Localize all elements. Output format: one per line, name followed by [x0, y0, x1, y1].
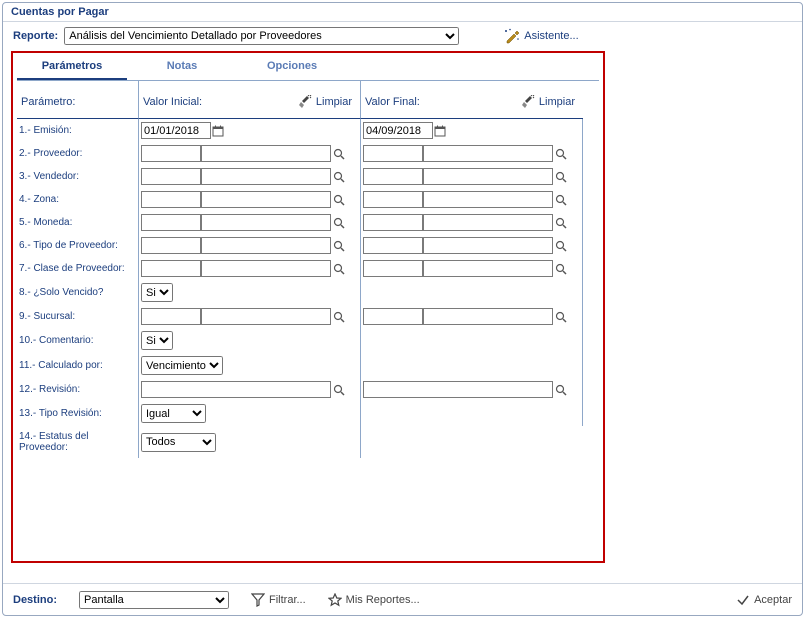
comentario-select[interactable]: Si — [141, 331, 173, 350]
tipo-revision-select[interactable]: Igual — [141, 404, 206, 423]
param-label: 13.- Tipo Revisión: — [17, 401, 139, 426]
search-icon[interactable] — [333, 216, 345, 228]
report-label: Reporte: — [13, 30, 58, 42]
tipo-prov-final-desc[interactable] — [423, 237, 553, 254]
param-label: 6.- Tipo de Proveedor: — [17, 234, 139, 257]
tipo-prov-initial-code[interactable] — [141, 237, 201, 254]
vendedor-initial-desc[interactable] — [201, 168, 331, 185]
revision-initial-input[interactable] — [141, 381, 331, 398]
param-label: 3.- Vendedor: — [17, 165, 139, 188]
sucursal-final-code[interactable] — [363, 308, 423, 325]
clase-prov-initial-desc[interactable] — [201, 260, 331, 277]
param-label: 9.- Sucursal: — [17, 305, 139, 328]
param-label: 10.- Comentario: — [17, 328, 139, 353]
panel-title: Cuentas por Pagar — [3, 3, 802, 22]
header-param: Parámetro: — [17, 81, 139, 119]
search-icon[interactable] — [555, 170, 567, 182]
search-icon[interactable] — [333, 239, 345, 251]
star-icon — [328, 593, 342, 607]
moneda-initial-desc[interactable] — [201, 214, 331, 231]
vendedor-initial-code[interactable] — [141, 168, 201, 185]
emision-initial-input[interactable] — [141, 122, 211, 139]
search-icon[interactable] — [555, 262, 567, 274]
header-initial: Valor Inicial: Limpiar — [139, 81, 361, 119]
search-icon[interactable] — [555, 383, 567, 395]
zona-initial-code[interactable] — [141, 191, 201, 208]
tab-notes[interactable]: Notas — [127, 57, 237, 80]
proveedor-initial-desc[interactable] — [201, 145, 331, 162]
funnel-icon — [251, 593, 265, 607]
param-label: 14.- Estatus del Proveedor: — [17, 426, 139, 458]
search-icon[interactable] — [333, 170, 345, 182]
clear-final-link[interactable]: Limpiar — [522, 95, 575, 109]
param-label: 11.- Calculado por: — [17, 353, 139, 378]
sucursal-initial-desc[interactable] — [201, 308, 331, 325]
search-icon[interactable] — [333, 193, 345, 205]
moneda-initial-code[interactable] — [141, 214, 201, 231]
revision-final-input[interactable] — [363, 381, 553, 398]
param-label: 4.- Zona: — [17, 188, 139, 211]
search-icon[interactable] — [555, 310, 567, 322]
filter-link[interactable]: Filtrar... — [251, 593, 306, 607]
proveedor-final-desc[interactable] — [423, 145, 553, 162]
proveedor-final-code[interactable] — [363, 145, 423, 162]
check-icon — [736, 593, 750, 607]
calendar-icon[interactable] — [434, 124, 446, 136]
vendedor-final-desc[interactable] — [423, 168, 553, 185]
param-label: 5.- Moneda: — [17, 211, 139, 234]
moneda-final-desc[interactable] — [423, 214, 553, 231]
zona-final-desc[interactable] — [423, 191, 553, 208]
moneda-final-code[interactable] — [363, 214, 423, 231]
report-select[interactable]: Análisis del Vencimiento Detallado por P… — [64, 27, 459, 45]
params-scroll[interactable]: Parámetro: Valor Inicial: Limpiar Valor … — [17, 81, 599, 557]
myreports-link[interactable]: Mis Reportes... — [328, 593, 420, 607]
zona-initial-desc[interactable] — [201, 191, 331, 208]
assistant-label: Asistente... — [524, 30, 578, 42]
tab-options[interactable]: Opciones — [237, 57, 347, 80]
accept-button[interactable]: Aceptar — [736, 593, 792, 607]
search-icon[interactable] — [333, 147, 345, 159]
clase-prov-initial-code[interactable] — [141, 260, 201, 277]
sucursal-initial-code[interactable] — [141, 308, 201, 325]
clase-prov-final-desc[interactable] — [423, 260, 553, 277]
param-label: 1.- Emisión: — [17, 119, 139, 142]
broom-icon — [522, 95, 536, 109]
clase-prov-final-code[interactable] — [363, 260, 423, 277]
search-icon[interactable] — [555, 216, 567, 228]
tipo-prov-final-code[interactable] — [363, 237, 423, 254]
param-label: 2.- Proveedor: — [17, 142, 139, 165]
search-icon[interactable] — [555, 193, 567, 205]
param-label: 8.- ¿Solo Vencido? — [17, 280, 139, 305]
header-final: Valor Final: Limpiar — [361, 81, 583, 119]
vendedor-final-code[interactable] — [363, 168, 423, 185]
assistant-link[interactable]: Asistente... — [504, 28, 578, 44]
estatus-prov-select[interactable]: Todos — [141, 433, 216, 452]
search-icon[interactable] — [555, 239, 567, 251]
broom-icon — [299, 95, 313, 109]
emision-final-input[interactable] — [363, 122, 433, 139]
destino-label: Destino: — [13, 594, 57, 606]
search-icon[interactable] — [333, 310, 345, 322]
search-icon[interactable] — [333, 262, 345, 274]
wizard-icon — [504, 28, 520, 44]
sucursal-final-desc[interactable] — [423, 308, 553, 325]
destino-select[interactable]: Pantalla — [79, 591, 229, 609]
clear-initial-link[interactable]: Limpiar — [299, 95, 352, 109]
calendar-icon[interactable] — [212, 124, 224, 136]
params-frame: Parámetros Notas Opciones Parámetro: Val… — [11, 51, 605, 563]
proveedor-initial-code[interactable] — [141, 145, 201, 162]
search-icon[interactable] — [555, 147, 567, 159]
param-label: 12.- Revisión: — [17, 378, 139, 401]
tipo-prov-initial-desc[interactable] — [201, 237, 331, 254]
param-label: 7.- Clase de Proveedor: — [17, 257, 139, 280]
search-icon[interactable] — [333, 383, 345, 395]
tab-params[interactable]: Parámetros — [17, 57, 127, 80]
solo-vencido-select[interactable]: Si — [141, 283, 173, 302]
zona-final-code[interactable] — [363, 191, 423, 208]
calculado-por-select[interactable]: Vencimiento — [141, 356, 223, 375]
